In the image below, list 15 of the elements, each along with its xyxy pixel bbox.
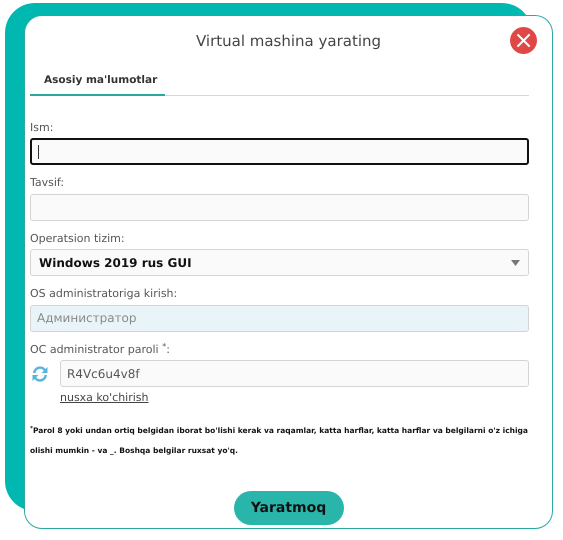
tab[interactable]: Asosiy ma'lumotlar bbox=[30, 73, 165, 96]
field-label: Operatsion tizim: bbox=[30, 230, 126, 247]
close-button[interactable]: × bbox=[510, 27, 537, 54]
field-label: Tavsif: bbox=[30, 175, 66, 192]
select-field[interactable]: Windows 2019 rus GUI bbox=[30, 249, 529, 276]
caret-icon bbox=[511, 260, 520, 266]
field-label: OC administrator paroli $^{*}$: bbox=[30, 342, 171, 358]
field-label: OS administratoriga kirish: bbox=[30, 286, 178, 302]
copy-link[interactable]: nusxa ko'chirish bbox=[60, 390, 149, 407]
password-field[interactable]: R4Vc6u4v8f bbox=[60, 360, 529, 388]
create-button[interactable]: Yaratmoq bbox=[234, 491, 344, 525]
input-field[interactable] bbox=[30, 138, 529, 166]
field-label: Ism: bbox=[30, 120, 54, 136]
refresh-icon[interactable] bbox=[30, 364, 50, 384]
dialog-title: Virtual mashina yarating bbox=[196, 30, 382, 52]
